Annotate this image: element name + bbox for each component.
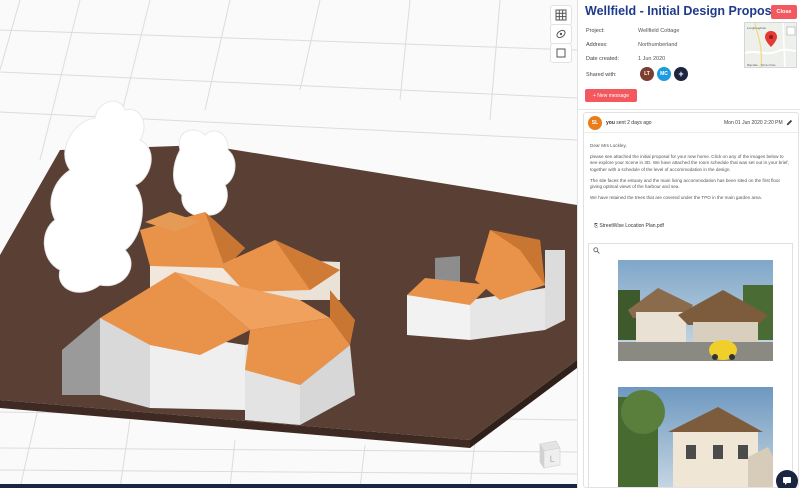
- add-share-button[interactable]: +: [674, 67, 688, 81]
- message-sender: you sent 2 days ago: [606, 120, 652, 126]
- render-image-rear[interactable]: [618, 387, 773, 487]
- proposal-panel: Wellfield - Initial Design Proposal Clos…: [577, 0, 800, 488]
- chat-button[interactable]: [776, 470, 798, 488]
- message-body: Dear Mrs Lockley, please see attached th…: [590, 143, 790, 206]
- panel-divider: [578, 109, 800, 110]
- date-created-label: Date created:: [586, 56, 620, 62]
- message-card: SL you sent 2 days ago Mon 01 Jun 2020 2…: [583, 112, 799, 488]
- message-paragraph: please see attached the initial proposal…: [590, 154, 789, 172]
- paperclip-icon: ⎘: [594, 223, 599, 229]
- message-sent-time: sent 2 days ago: [616, 120, 652, 126]
- message-date: Mon 01 Jun 2020 2:20 PM: [724, 120, 783, 126]
- frame-icon: [556, 48, 566, 58]
- nav-cube-label: L: [549, 455, 554, 465]
- grid-icon: [555, 9, 567, 21]
- 3d-scene[interactable]: [0, 0, 577, 488]
- fullscreen-icon[interactable]: [786, 26, 796, 36]
- attachment-gallery: [588, 243, 793, 487]
- navigation-cube[interactable]: L: [532, 440, 562, 470]
- message-greeting: Dear Mrs Lockley,: [590, 143, 627, 148]
- attachment-label: StreetWise Location Plan.pdf: [599, 223, 664, 229]
- project-value: Wellfield Cottage: [638, 28, 680, 34]
- edit-icon[interactable]: [786, 119, 793, 126]
- proposal-title: Wellfield - Initial Design Proposal: [585, 4, 783, 18]
- message-header: SL you sent 2 days ago Mon 01 Jun 2020 2…: [584, 113, 798, 133]
- 3d-viewport[interactable]: L: [0, 0, 577, 488]
- project-label: Project:: [586, 28, 605, 34]
- grid-view-button[interactable]: [550, 5, 572, 25]
- sender-name: you: [606, 120, 615, 126]
- date-created-value: 1 Jun 2020: [638, 56, 666, 62]
- sender-avatar: SL: [588, 116, 602, 130]
- shared-user-avatar[interactable]: MC: [657, 67, 671, 81]
- map-image: Longhoughton Map data ... Terms of Use: [745, 23, 796, 67]
- tree-right[interactable]: [173, 129, 236, 217]
- map-place-label: Longhoughton: [747, 26, 767, 30]
- frame-button[interactable]: [550, 43, 572, 63]
- chat-icon: [783, 477, 791, 485]
- shared-with-label: Shared with:: [586, 72, 617, 78]
- address-label: Address:: [586, 42, 608, 48]
- location-map[interactable]: Longhoughton Map data ... Terms of Use: [744, 22, 797, 68]
- new-message-button[interactable]: + New message: [585, 89, 637, 102]
- render-front-image: [618, 260, 773, 361]
- close-button[interactable]: Close: [771, 5, 797, 19]
- render-rear-image: [618, 387, 773, 487]
- zoom-icon[interactable]: [593, 247, 600, 254]
- attachment-link[interactable]: ⎘ StreetWise Location Plan.pdf: [594, 223, 664, 229]
- viewport-footer-bar: [0, 484, 577, 488]
- message-paragraph: The site faces the estuary and the main …: [590, 177, 780, 190]
- map-footer-label: Map data ... Terms of Use: [747, 64, 776, 67]
- message-paragraph: We have retained the trees that are cove…: [590, 195, 762, 201]
- address-value: Northumberland: [638, 42, 678, 48]
- shared-user-avatar[interactable]: LT: [640, 67, 654, 81]
- orbit-icon: [556, 29, 566, 39]
- render-image-front[interactable]: [618, 260, 773, 361]
- orbit-button[interactable]: [550, 24, 572, 44]
